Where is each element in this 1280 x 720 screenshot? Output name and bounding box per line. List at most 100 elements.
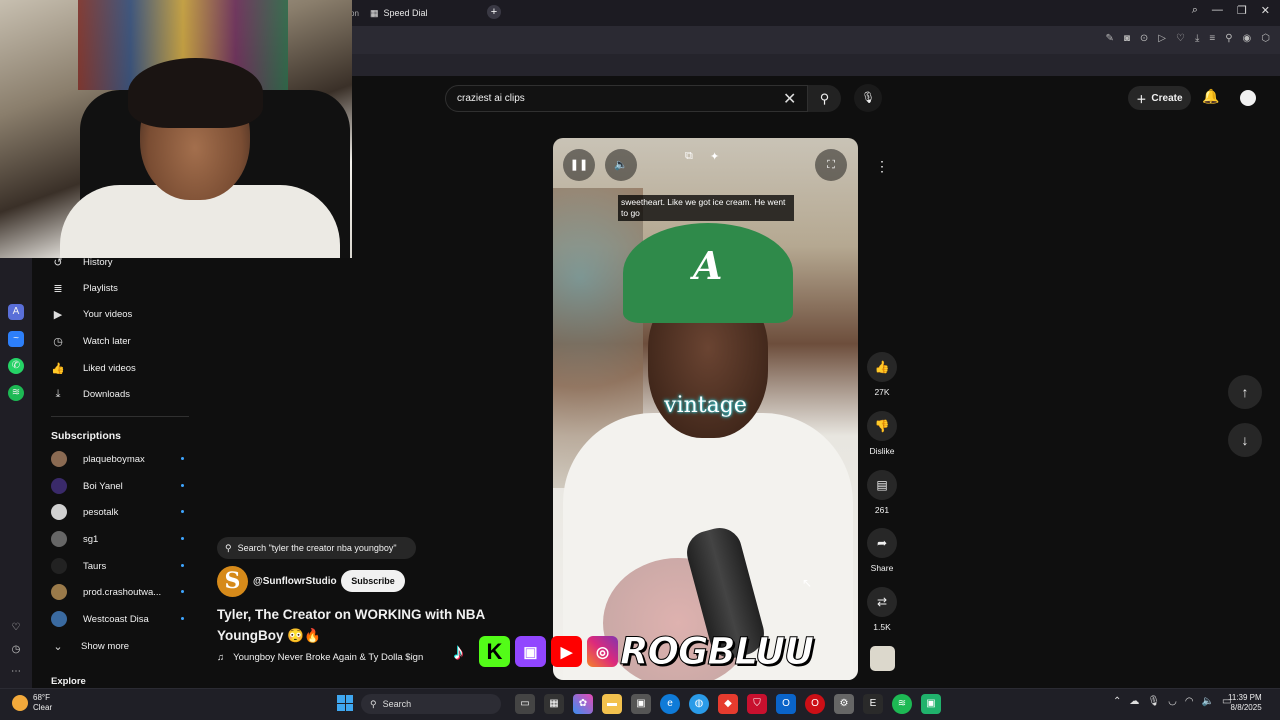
like-action[interactable]: 👍 27K (866, 352, 898, 397)
settings-icon[interactable]: ⚙ (834, 694, 854, 714)
minimize-icon[interactable]: — (1212, 4, 1223, 17)
create-label: Create (1151, 92, 1183, 104)
headset-icon[interactable]: ◡ (1168, 696, 1177, 707)
fullscreen-button[interactable]: ⛶ (815, 149, 847, 181)
notifications-bell-icon[interactable]: 🔔 (1202, 88, 1219, 105)
cloud-icon[interactable]: ☁ (1129, 696, 1139, 707)
taskbar-search[interactable]: ⚲ Search (361, 694, 501, 714)
menu-icon[interactable]: ≡ (1209, 33, 1215, 44)
download-icon[interactable]: ⤓ (1195, 33, 1199, 44)
task-view-icon[interactable]: ▭ (515, 694, 535, 714)
previous-short-button[interactable]: ↑ (1228, 375, 1262, 409)
more-icon[interactable]: ⋯ (8, 664, 24, 680)
subscription-item[interactable]: prod.crashoutwa... (51, 582, 184, 602)
explore-heading[interactable]: Explore (51, 675, 86, 687)
share-action[interactable]: ➦ Share (866, 528, 898, 573)
epic-games-icon[interactable]: E (863, 694, 883, 714)
subscription-item[interactable]: sg1 (51, 529, 184, 549)
subscription-item[interactable]: Westcoast Disa (51, 609, 184, 629)
pip-icon[interactable]: ⧉ (685, 150, 693, 163)
chevron-up-icon[interactable]: ⌃ (1113, 696, 1121, 707)
file-explorer-icon[interactable]: ▬ (602, 694, 622, 714)
start-button[interactable] (337, 695, 353, 711)
chrome-icon[interactable]: ◍ (689, 694, 709, 714)
create-button[interactable]: ＋ Create (1128, 86, 1191, 110)
taskbar-clock[interactable]: 11:39 PM 8/8/2025 (1228, 693, 1262, 713)
comment-icon[interactable]: ▤ (867, 470, 897, 500)
thumbs-up-icon[interactable]: 👍 (867, 352, 897, 382)
app-red-icon[interactable]: ◆ (718, 694, 738, 714)
extension-icon[interactable]: ◉ (1243, 33, 1252, 44)
volume-icon[interactable]: 🔈 (1202, 696, 1214, 707)
aria-icon[interactable]: A (8, 304, 24, 320)
sidebar-item-playlists[interactable]: ≣ Playlists (51, 278, 117, 298)
dislike-action[interactable]: 👎 Dislike (866, 411, 898, 456)
whatsapp-icon[interactable]: ✆ (8, 358, 24, 374)
music-attribution[interactable]: ♫ Youngboy Never Broke Again & Ty Dolla … (217, 652, 423, 663)
spotify-icon[interactable]: ≋ (892, 694, 912, 714)
subscription-name: prod.crashoutwa... (83, 586, 162, 598)
heart-icon[interactable]: ♡ (1176, 33, 1185, 44)
more-options-button[interactable]: ⋮ (868, 152, 896, 180)
account-avatar[interactable] (1240, 90, 1256, 106)
short-video-player[interactable]: A sweetheart. Like we got ice cream. He … (553, 138, 858, 680)
search-tabs-icon[interactable]: ⌕ (1192, 4, 1198, 17)
pause-button[interactable]: ❚❚ (563, 149, 595, 181)
comments-action[interactable]: ▤ 261 (866, 470, 898, 515)
sidebar-item-liked-videos[interactable]: 👍 Liked videos (51, 358, 136, 378)
search-button[interactable]: ⚲ (808, 85, 841, 112)
sidebar-item-watch-later[interactable]: ◷ Watch later (51, 331, 131, 351)
close-icon[interactable]: ✕ (1261, 4, 1270, 17)
share-icon[interactable]: ➦ (867, 528, 897, 558)
sidebar-item-your-videos[interactable]: ▶ Your videos (51, 304, 133, 324)
maximize-icon[interactable]: ❐ (1237, 4, 1247, 17)
tab-speed-dial[interactable]: ▦ Speed Dial (370, 4, 428, 22)
remix-action[interactable]: ⇄ 1.5K (866, 587, 898, 632)
copilot-icon[interactable]: ✿ (573, 694, 593, 714)
explore-label: Explore (51, 675, 86, 687)
edit-icon[interactable]: ✎ (1105, 33, 1113, 44)
sound-thumbnail[interactable] (870, 646, 895, 671)
channel-name[interactable]: @SunflowrStudio (253, 576, 337, 587)
show-more-button[interactable]: ⌄ Show more (51, 636, 129, 656)
volume-button[interactable]: 🔈 (605, 149, 637, 181)
wifi-icon[interactable]: ◠ (1185, 696, 1194, 707)
subscription-item[interactable]: plaqueboymax (51, 449, 184, 469)
messenger-icon[interactable]: ~ (8, 331, 24, 347)
subscription-item[interactable]: Boi Yanel (51, 476, 184, 496)
subscribe-button[interactable]: Subscribe (341, 570, 405, 592)
related-search-chip[interactable]: ⚲ Search "tyler the creator nba youngboy… (217, 537, 416, 559)
settings-icon[interactable]: ⬡ (1261, 33, 1270, 44)
history-icon[interactable]: ◷ (8, 642, 24, 658)
play-icon[interactable]: ▷ (1158, 33, 1166, 44)
channel-avatar[interactable]: S (217, 566, 248, 597)
spotify-icon[interactable]: ≋ (8, 385, 24, 401)
outlook-icon[interactable]: O (776, 694, 796, 714)
widgets-icon[interactable]: ▦ (544, 694, 564, 714)
sidebar-item-downloads[interactable]: ⤓ Downloads (51, 384, 130, 404)
streamer-hair (128, 58, 263, 128)
subscriptions-heading[interactable]: Subscriptions (51, 430, 121, 442)
store-icon[interactable]: ▣ (631, 694, 651, 714)
edge-icon[interactable]: e (660, 694, 680, 714)
shield-app-icon[interactable]: ⛉ (747, 694, 767, 714)
remix-icon[interactable]: ⇄ (867, 587, 897, 617)
clear-search-icon[interactable]: ✕ (783, 89, 796, 109)
mic-icon[interactable]: 🎙 (1147, 696, 1160, 707)
new-tab-button[interactable]: + (487, 5, 501, 19)
search-input[interactable]: craziest ai clips (445, 85, 808, 112)
voice-search-button[interactable]: 🎙 (854, 84, 882, 112)
music-label: Youngboy Never Broke Again & Ty Dolla $i… (233, 652, 424, 663)
next-short-button[interactable]: ↓ (1228, 423, 1262, 457)
obs-icon[interactable]: ▣ (921, 694, 941, 714)
weather-widget[interactable]: 68°F Clear (12, 693, 52, 713)
subscription-item[interactable]: Taurs (51, 556, 184, 576)
camera-icon[interactable]: ◙ (1124, 33, 1130, 44)
sparkle-icon[interactable]: ✦ (710, 150, 719, 163)
shield-icon[interactable]: ⊙ (1140, 33, 1148, 44)
heart-icon[interactable]: ♡ (8, 620, 24, 636)
profile-icon[interactable]: ⚲ (1225, 33, 1232, 44)
subscription-item[interactable]: pesotalk (51, 502, 184, 522)
opera-icon[interactable]: O (805, 694, 825, 714)
thumbs-down-icon[interactable]: 👎 (867, 411, 897, 441)
